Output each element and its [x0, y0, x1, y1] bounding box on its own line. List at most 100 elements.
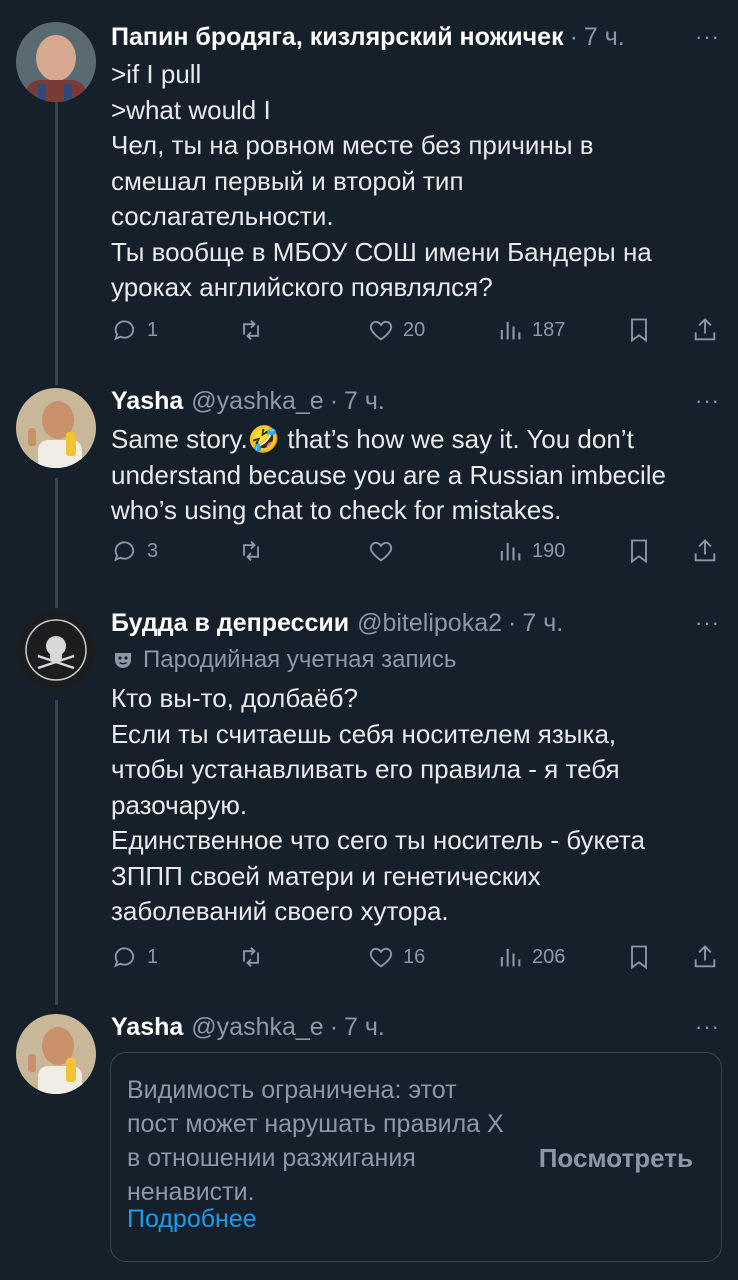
text-line: смешал первый и второй тип	[111, 165, 464, 196]
bookmark-button[interactable]	[625, 313, 653, 347]
author-name[interactable]: Папин бродяга, кизлярский ножичек	[111, 23, 564, 52]
parody-label: Пародийная учетная запись	[111, 646, 456, 674]
restriction-message: Видимость ограничена: этот пост может на…	[127, 1076, 504, 1206]
share-icon	[694, 945, 716, 968]
text-line: >what would I	[111, 94, 271, 125]
text-line: Ты вообще в МБОУ СОШ имени Бандеры на	[111, 236, 652, 267]
tweet[interactable]: Будда в депрессии @bitelipoka2 · 7 ч. ··…	[0, 600, 738, 1000]
bookmark-icon	[631, 539, 647, 564]
action-bar: 1 20 187	[111, 313, 721, 347]
separator-dot: ·	[569, 22, 578, 51]
reply-icon	[114, 320, 135, 341]
parody-label-text: Пародийная учетная запись	[143, 646, 457, 673]
timestamp[interactable]: 7 ч.	[522, 609, 563, 638]
text-line: чтобы устанавливать его правила - я тебя	[111, 754, 620, 784]
tweet[interactable]: Папин бродяга, кизлярский ножичек · 7 ч.…	[0, 0, 738, 380]
author-handle[interactable]: @bitelipoka2	[357, 609, 502, 638]
text-line: Единственное что сего ты носитель - буке…	[111, 825, 645, 855]
avatar[interactable]	[16, 22, 96, 102]
more-options-icon[interactable]: ···	[695, 388, 720, 414]
text-line: Если ты считаешь себя носителем языка,	[111, 718, 617, 749]
views-button[interactable]: 190	[496, 534, 565, 568]
views-count: 206	[532, 945, 566, 968]
author-name[interactable]: Будда в депрессии	[111, 609, 349, 638]
like-button[interactable]: 16	[367, 940, 425, 974]
share-button[interactable]	[691, 534, 719, 568]
separator-dot: ·	[329, 386, 339, 415]
tweet-header: Yasha @yashka_e · 7 ч.	[111, 1010, 718, 1044]
text-line: Same story.🤣 that’s how we say it. You d…	[111, 424, 634, 454]
text-line: ЗППП своей матери и генетических	[111, 860, 541, 891]
learn-more-link[interactable]: Подробнее	[127, 1205, 257, 1234]
like-count: 20	[403, 318, 426, 341]
text-line: >if I pull	[111, 59, 202, 89]
timestamp[interactable]: 7 ч.	[344, 1013, 385, 1042]
author-name[interactable]: Yasha	[111, 1013, 183, 1042]
tweet-header: Папин бродяга, кизлярский ножичек · 7 ч.	[111, 20, 718, 54]
more-options-icon[interactable]: ···	[695, 610, 720, 636]
share-button[interactable]	[691, 313, 719, 347]
tweet-text: >if I pull >what would I Чел, ты на ровн…	[111, 57, 718, 306]
timestamp[interactable]: 7 ч.	[344, 387, 385, 416]
text-line: разочарую.	[111, 789, 248, 820]
avatar[interactable]	[16, 1014, 96, 1094]
reply-count: 3	[147, 539, 159, 562]
tweet-text: Кто вы-то, долбаёб? Если ты считаешь себ…	[111, 681, 718, 930]
tweet-header: Будда в депрессии @bitelipoka2 · 7 ч.	[111, 606, 718, 640]
timestamp[interactable]: 7 ч.	[584, 23, 625, 52]
share-button[interactable]	[691, 940, 719, 974]
heart-icon	[369, 947, 393, 968]
repost-button[interactable]	[237, 313, 265, 347]
tweet-header: Yasha @yashka_e · 7 ч.	[111, 384, 718, 418]
like-button[interactable]: 20	[367, 313, 425, 347]
view-button[interactable]: Посмотреть	[539, 1143, 693, 1174]
text-line: Чел, ты на ровном месте без причины в	[111, 130, 594, 160]
reply-count: 1	[147, 945, 159, 968]
separator-dot: ·	[508, 608, 517, 637]
author-name[interactable]: Yasha	[111, 387, 183, 416]
bookmark-icon	[631, 945, 647, 970]
views-icon	[500, 321, 521, 340]
reply-icon	[114, 541, 135, 562]
separator-dot: ·	[329, 1012, 339, 1041]
more-options-icon[interactable]: ···	[695, 24, 720, 50]
bookmark-button[interactable]	[625, 940, 653, 974]
author-handle[interactable]: @yashka_e	[191, 1013, 323, 1042]
reply-button[interactable]: 1	[111, 313, 158, 347]
views-count: 187	[532, 318, 566, 341]
views-icon	[500, 542, 521, 561]
more-options-icon[interactable]: ···	[695, 1014, 720, 1040]
repost-icon	[243, 947, 259, 967]
repost-button[interactable]	[237, 940, 265, 974]
avatar[interactable]	[16, 610, 96, 690]
views-icon	[500, 948, 521, 967]
text-line: заболеваний своего хутора.	[111, 896, 449, 926]
bookmark-button[interactable]	[625, 534, 653, 568]
views-button[interactable]: 187	[496, 313, 565, 347]
views-button[interactable]: 206	[496, 940, 565, 974]
reply-button[interactable]: 3	[111, 534, 158, 568]
views-count: 190	[532, 539, 566, 562]
reply-icon	[114, 947, 135, 968]
repost-button[interactable]	[237, 534, 265, 568]
avatar[interactable]	[16, 388, 96, 468]
action-bar: 3 190	[111, 534, 721, 568]
like-count: 16	[403, 945, 426, 968]
parody-mask-icon	[115, 653, 131, 668]
like-button[interactable]	[367, 534, 395, 568]
tweet[interactable]: Yasha @yashka_e · 7 ч. ··· Same story.🤣 …	[0, 380, 738, 600]
reply-count: 1	[147, 318, 159, 341]
restricted-content-card: Видимость ограничена: этот пост может на…	[110, 1052, 722, 1262]
text-line: сослагательности.	[111, 201, 334, 231]
text-line: who’s using chat to check for mistakes.	[111, 495, 562, 525]
share-icon	[694, 539, 716, 562]
tweet-text: Same story.🤣 that’s how we say it. You d…	[111, 422, 718, 529]
text-line: understand because you are a Russian imb…	[111, 459, 667, 490]
share-icon	[694, 318, 716, 341]
text-line: уроках английского появлялся?	[111, 272, 493, 302]
repost-icon	[243, 541, 259, 561]
heart-icon	[369, 320, 393, 341]
author-handle[interactable]: @yashka_e	[191, 387, 323, 416]
repost-icon	[243, 320, 259, 340]
reply-button[interactable]: 1	[111, 940, 158, 974]
